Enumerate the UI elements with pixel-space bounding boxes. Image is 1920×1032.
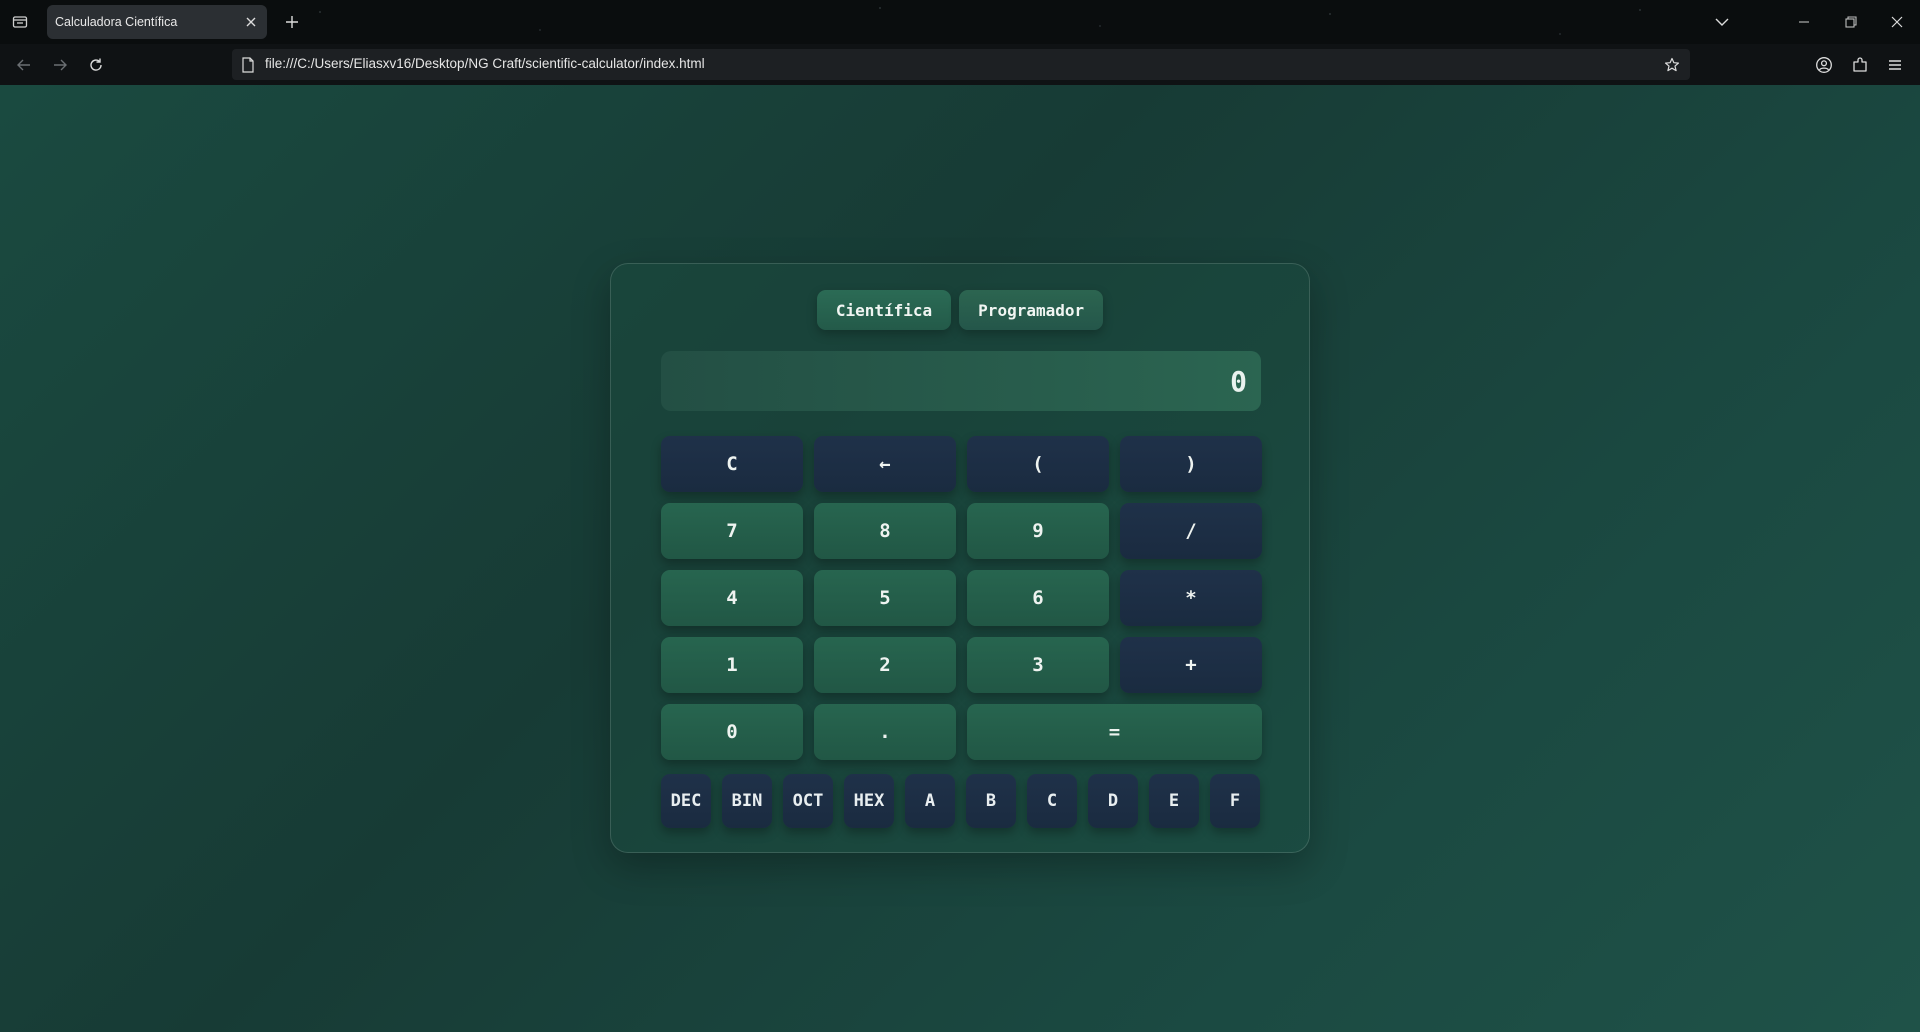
tab-title: Calculadora Científica bbox=[55, 15, 178, 29]
open-paren-button[interactable]: ( bbox=[967, 436, 1109, 492]
hex-digit-c-button[interactable]: C bbox=[1027, 774, 1077, 828]
base-dec-button[interactable]: DEC bbox=[661, 774, 711, 828]
base-bin-button[interactable]: BIN bbox=[722, 774, 772, 828]
calculator-panel: Científica Programador 0 C ← ( ) 7 8 9 /… bbox=[610, 263, 1310, 853]
close-paren-button[interactable]: ) bbox=[1120, 436, 1262, 492]
address-bar[interactable]: file:///C:/Users/Eliasxv16/Desktop/NG Cr… bbox=[232, 49, 1690, 80]
plus-icon[interactable] bbox=[280, 10, 304, 34]
account-icon[interactable] bbox=[1810, 51, 1838, 79]
restore-icon[interactable] bbox=[1837, 8, 1865, 36]
mode-tab-programador[interactable]: Programador bbox=[959, 290, 1104, 330]
base-keypad: DEC BIN OCT HEX A B C D E F bbox=[661, 774, 1261, 828]
base-oct-button[interactable]: OCT bbox=[783, 774, 833, 828]
hex-digit-a-button[interactable]: A bbox=[905, 774, 955, 828]
menu-icon[interactable] bbox=[1881, 51, 1909, 79]
hex-digit-f-button[interactable]: F bbox=[1210, 774, 1260, 828]
digit-6-button[interactable]: 6 bbox=[967, 570, 1109, 626]
digit-7-button[interactable]: 7 bbox=[661, 503, 803, 559]
base-hex-button[interactable]: HEX bbox=[844, 774, 894, 828]
backspace-button[interactable]: ← bbox=[814, 436, 956, 492]
multiply-button[interactable]: * bbox=[1120, 570, 1262, 626]
browser-tab[interactable]: Calculadora Científica bbox=[47, 5, 267, 39]
forward-icon[interactable] bbox=[46, 51, 74, 79]
digit-9-button[interactable]: 9 bbox=[967, 503, 1109, 559]
keypad: C ← ( ) 7 8 9 / 4 5 6 * 1 2 3 + 0 . = bbox=[661, 436, 1262, 760]
tab-list-icon[interactable] bbox=[8, 10, 32, 34]
page-background: Científica Programador 0 C ← ( ) 7 8 9 /… bbox=[0, 85, 1920, 1032]
hex-digit-b-button[interactable]: B bbox=[966, 774, 1016, 828]
hex-digit-d-button[interactable]: D bbox=[1088, 774, 1138, 828]
mode-tab-cientifica[interactable]: Científica bbox=[816, 290, 952, 330]
divide-button[interactable]: / bbox=[1120, 503, 1262, 559]
decimal-point-button[interactable]: . bbox=[814, 704, 956, 760]
url-text[interactable]: file:///C:/Users/Eliasxv16/Desktop/NG Cr… bbox=[265, 56, 705, 71]
equals-button[interactable]: = bbox=[967, 704, 1262, 760]
star-icon[interactable] bbox=[1660, 53, 1684, 77]
digit-2-button[interactable]: 2 bbox=[814, 637, 956, 693]
close-icon[interactable] bbox=[241, 12, 261, 32]
digit-5-button[interactable]: 5 bbox=[814, 570, 956, 626]
calculator-display: 0 bbox=[661, 351, 1261, 411]
clear-button[interactable]: C bbox=[661, 436, 803, 492]
extensions-icon[interactable] bbox=[1846, 51, 1874, 79]
page-icon bbox=[241, 57, 255, 73]
browser-nav-bar: file:///C:/Users/Eliasxv16/Desktop/NG Cr… bbox=[0, 44, 1920, 85]
digit-1-button[interactable]: 1 bbox=[661, 637, 803, 693]
digit-4-button[interactable]: 4 bbox=[661, 570, 803, 626]
digit-0-button[interactable]: 0 bbox=[661, 704, 803, 760]
browser-tab-bar: Calculadora Científica bbox=[0, 0, 1920, 44]
back-icon[interactable] bbox=[10, 51, 38, 79]
reload-icon[interactable] bbox=[82, 51, 110, 79]
chevron-down-icon[interactable] bbox=[1708, 8, 1736, 36]
digit-3-button[interactable]: 3 bbox=[967, 637, 1109, 693]
digit-8-button[interactable]: 8 bbox=[814, 503, 956, 559]
mode-tabs: Científica Programador bbox=[611, 290, 1309, 330]
hex-digit-e-button[interactable]: E bbox=[1149, 774, 1199, 828]
add-button[interactable]: + bbox=[1120, 637, 1262, 693]
window-close-icon[interactable] bbox=[1883, 8, 1911, 36]
minimize-icon[interactable] bbox=[1790, 8, 1818, 36]
